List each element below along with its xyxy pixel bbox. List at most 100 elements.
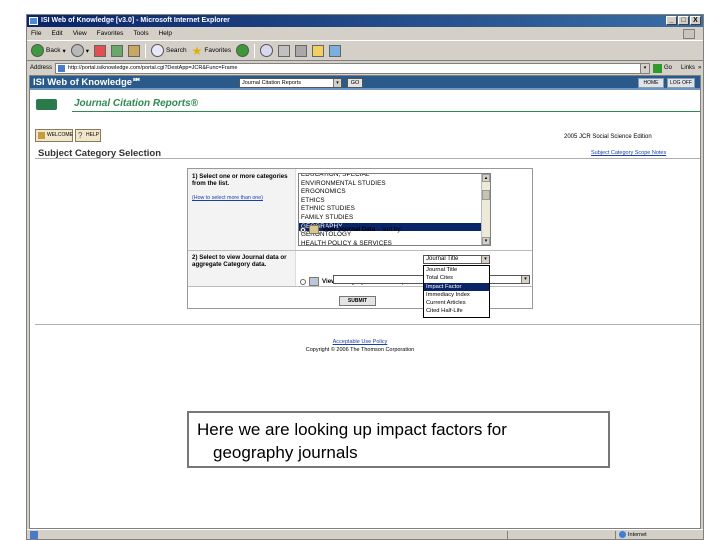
menu-bar: File Edit View Favorites Tools Help (27, 27, 703, 41)
listbox-scrollbar[interactable]: ▴ ▾ (481, 174, 490, 245)
how-to-select-link[interactable]: (How to select more than one) (192, 195, 263, 201)
category-option[interactable]: ETHICS (299, 197, 482, 206)
sort-option[interactable]: Total Cites (424, 274, 489, 282)
forward-arrow-icon (70, 44, 84, 57)
messenger-icon[interactable] (329, 44, 342, 57)
security-zone: Internet (619, 531, 647, 538)
mail-icon[interactable] (278, 44, 291, 57)
search-button[interactable]: Search (150, 43, 187, 59)
view-journal-option[interactable]: View Journal Data - sort by: (300, 225, 402, 234)
help-button[interactable]: ? HELP (75, 129, 101, 142)
zone-label: Internet (628, 531, 647, 538)
welcome-button[interactable]: WELCOME (35, 129, 73, 142)
home-button[interactable]: HOME (638, 78, 664, 88)
address-input[interactable]: http://portal.isiknowledge.com/portal.cg… (55, 62, 651, 74)
go-arrow-icon (653, 63, 663, 73)
menu-view[interactable]: View (73, 30, 87, 37)
question-icon: ? (78, 131, 83, 140)
sort-option[interactable]: Cited Half-Life (424, 307, 489, 315)
toolbar-separator (254, 43, 256, 58)
chevron-down-icon: ▾ (481, 256, 489, 263)
divider (507, 531, 508, 540)
folder-icon[interactable] (312, 44, 325, 57)
back-arrow-icon (31, 44, 44, 57)
close-button[interactable]: X (690, 16, 701, 25)
divider (35, 324, 700, 325)
category-option[interactable]: FAMILY STUDIES (299, 214, 482, 223)
category-radio[interactable] (300, 278, 306, 285)
address-label: Address (30, 65, 53, 71)
sort-option[interactable]: Impact Factor (424, 282, 489, 291)
category-option[interactable]: HEALTH POLICY & SERVICES (299, 240, 482, 245)
category-option[interactable]: ETHNIC STUDIES (299, 205, 482, 214)
back-label: Back (46, 47, 61, 54)
menu-help[interactable]: Help (159, 30, 172, 37)
journal-icon (309, 225, 319, 234)
caption-line-2: geography journals (213, 443, 358, 462)
sort-dropdown-list[interactable]: Journal Title Total Cites Impact Factor Imm… (423, 265, 490, 318)
sort-option[interactable]: Immediacy Index (424, 291, 489, 299)
ie-icon (29, 17, 38, 25)
category-option[interactable]: ENVIRONMENTAL STUDIES (299, 180, 482, 189)
submit-button[interactable]: SUBMIT (339, 296, 376, 306)
category-option[interactable]: ERGONOMICS (299, 188, 482, 197)
scroll-up-icon[interactable]: ▴ (482, 174, 490, 182)
step1-label: 1) Select one or more categories from th… (192, 173, 288, 187)
slide-caption: Here we are looking up impact factors fo… (187, 411, 610, 468)
category-icon (309, 277, 319, 286)
isi-logo[interactable]: ISI Web of Knowledge℠ (33, 77, 142, 88)
chevron-down-icon: ▾ (62, 47, 66, 55)
toolbar-separator (144, 43, 146, 58)
category-listbox[interactable]: EDUCATION, SPECIAL ENVIRONMENTAL STUDIES E… (298, 173, 491, 246)
house-icon (38, 132, 45, 139)
acceptable-use-link[interactable]: Acceptable Use Policy (30, 339, 690, 345)
home-icon[interactable] (127, 44, 140, 57)
scroll-down-icon[interactable]: ▾ (482, 237, 490, 245)
scope-notes-link[interactable]: Subject Category Scope Notes (591, 150, 666, 156)
media-icon[interactable] (236, 44, 250, 57)
favorites-button[interactable]: ★ Favorites (192, 43, 232, 59)
sort-option[interactable]: Journal Title (424, 266, 489, 274)
search-icon (150, 44, 164, 57)
back-button[interactable]: Back ▾ (31, 43, 66, 59)
window-titlebar[interactable]: ISI Web of Knowledge [v3.0] - Microsoft … (27, 15, 703, 27)
links-button[interactable]: Links (681, 65, 695, 71)
browser-toolbar: Back ▾ ▾ Search ★ Favorites (27, 41, 703, 61)
welcome-label: WELCOME (47, 132, 73, 138)
address-dropdown-icon[interactable]: ▾ (640, 63, 650, 73)
print-icon[interactable] (295, 44, 308, 57)
step2-label: 2) Select to view Journal data or aggreg… (192, 254, 287, 268)
logoff-button[interactable]: LOG OFF (667, 78, 695, 88)
menu-tools[interactable]: Tools (133, 30, 148, 37)
sort-option[interactable]: Current Articles (424, 299, 489, 307)
view-journal-label: View Journal Data (322, 226, 376, 233)
page-icon (58, 64, 66, 72)
scroll-thumb[interactable] (482, 190, 490, 200)
jcr-logo-text: Journal Citation Reports® (74, 98, 199, 109)
stop-icon[interactable] (93, 44, 106, 57)
divider (615, 531, 616, 540)
menu-file[interactable]: File (31, 30, 41, 37)
address-value: http://portal.isiknowledge.com/portal.cg… (68, 64, 238, 71)
menu-edit[interactable]: Edit (51, 30, 62, 37)
minimize-button[interactable]: _ (666, 16, 677, 25)
star-icon: ★ (191, 43, 203, 58)
journal-radio[interactable] (300, 226, 306, 233)
menu-favorites[interactable]: Favorites (97, 30, 124, 37)
divider (35, 158, 700, 159)
sort-by-label: - sort by: (378, 226, 403, 233)
category-option[interactable]: EDUCATION, SPECIAL (299, 174, 482, 180)
page-icon (30, 531, 38, 539)
divider (72, 111, 700, 112)
go-button[interactable]: Go (653, 63, 672, 73)
sort-select[interactable]: Journal Title ▾ (423, 255, 490, 264)
isi-header: ISI Web of Knowledge℠ Journal Citation R… (30, 76, 700, 90)
refresh-icon[interactable] (110, 44, 123, 57)
product-select[interactable]: Journal Citation Reports ▾ (239, 78, 342, 88)
windows-flag-icon (683, 29, 695, 39)
forward-button[interactable]: ▾ (70, 43, 89, 59)
product-go-button[interactable]: GO (347, 78, 363, 88)
maximize-button[interactable]: □ (678, 16, 689, 25)
history-icon[interactable] (260, 44, 274, 57)
window-title: ISI Web of Knowledge [v3.0] - Microsoft … (41, 17, 230, 24)
